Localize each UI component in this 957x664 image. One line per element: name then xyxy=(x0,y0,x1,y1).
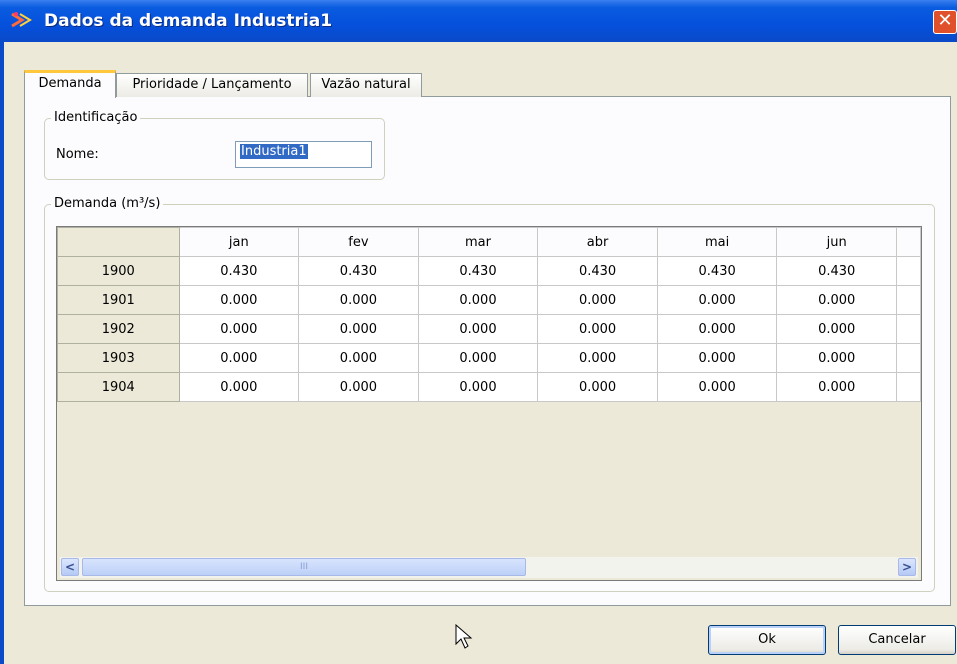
table-cell[interactable]: 0.430 xyxy=(776,256,898,286)
row-header[interactable]: 1904 xyxy=(57,372,180,402)
title-bar[interactable]: Dados da demanda Industria1 ✕ xyxy=(0,0,957,42)
tab-vazao-natural[interactable]: Vazão natural xyxy=(310,73,422,97)
table-cell[interactable]: 0.000 xyxy=(656,314,778,344)
window-title: Dados da demanda Industria1 xyxy=(44,11,333,31)
table-row: 1900 0.430 0.430 0.430 0.430 0.430 0.430 xyxy=(57,256,921,286)
table-cell[interactable]: 0.000 xyxy=(298,314,419,344)
ok-button[interactable]: Ok xyxy=(708,625,826,655)
table-cell-partial[interactable] xyxy=(896,285,921,315)
table-cell[interactable]: 0.000 xyxy=(298,372,419,402)
demand-table: jan fev mar abr mai jun 1900 0.430 0.430… xyxy=(57,227,921,402)
tab-prioridade-lancamento[interactable]: Prioridade / Lançamento xyxy=(116,73,308,97)
table-cell[interactable]: 0.430 xyxy=(417,256,539,286)
identification-legend: Identificação xyxy=(51,110,141,125)
column-header-partial xyxy=(896,227,921,257)
tab-demanda[interactable]: Demanda xyxy=(24,70,116,98)
table-row: 1903 0.000 0.000 0.000 0.000 0.000 0.000 xyxy=(57,343,921,373)
table-cell[interactable]: 0.000 xyxy=(178,285,300,315)
table-cell[interactable]: 0.430 xyxy=(178,256,300,286)
table-cell[interactable]: 0.000 xyxy=(656,372,778,402)
name-input[interactable]: Industria1 xyxy=(235,141,372,168)
table-cell[interactable]: 0.000 xyxy=(776,314,898,344)
column-header[interactable]: jun xyxy=(776,227,898,257)
column-header[interactable]: abr xyxy=(537,227,658,257)
table-cell[interactable]: 0.430 xyxy=(537,256,658,286)
table-cell[interactable]: 0.000 xyxy=(298,285,419,315)
mouse-cursor-icon xyxy=(455,624,473,649)
table-cell[interactable]: 0.000 xyxy=(178,314,300,344)
table-cell[interactable]: 0.000 xyxy=(417,314,539,344)
table-cell[interactable]: 0.000 xyxy=(417,343,539,373)
table-cell[interactable]: 0.000 xyxy=(656,285,778,315)
table-cell[interactable]: 0.000 xyxy=(417,372,539,402)
table-cell[interactable]: 0.000 xyxy=(776,343,898,373)
table-cell[interactable]: 0.430 xyxy=(298,256,419,286)
table-row: 1904 0.000 0.000 0.000 0.000 0.000 0.000 xyxy=(57,372,921,402)
table-cell[interactable]: 0.000 xyxy=(537,285,658,315)
table-cell[interactable]: 0.000 xyxy=(776,372,898,402)
column-header[interactable]: mai xyxy=(656,227,778,257)
table-cell[interactable]: 0.000 xyxy=(298,343,419,373)
scroll-left-button[interactable]: < xyxy=(61,558,79,576)
column-header[interactable]: jan xyxy=(178,227,300,257)
name-input-value: Industria1 xyxy=(240,144,308,159)
grid-corner xyxy=(57,227,180,257)
row-header[interactable]: 1901 xyxy=(57,285,180,315)
column-header[interactable]: mar xyxy=(417,227,539,257)
table-cell[interactable]: 0.000 xyxy=(178,372,300,402)
table-cell[interactable]: 0.000 xyxy=(537,314,658,344)
app-icon xyxy=(11,12,32,28)
row-header[interactable]: 1902 xyxy=(57,314,180,344)
table-cell[interactable]: 0.000 xyxy=(417,285,539,315)
row-header[interactable]: 1903 xyxy=(57,343,180,373)
table-cell-partial[interactable] xyxy=(896,256,921,286)
demand-grid[interactable]: jan fev mar abr mai jun 1900 0.430 0.430… xyxy=(56,226,922,581)
table-cell[interactable]: 0.000 xyxy=(656,343,778,373)
table-cell[interactable]: 0.000 xyxy=(537,343,658,373)
table-row: 1902 0.000 0.000 0.000 0.000 0.000 0.000 xyxy=(57,314,921,344)
scroll-right-button[interactable]: > xyxy=(898,558,916,576)
column-header[interactable]: fev xyxy=(298,227,419,257)
horizontal-scrollbar[interactable]: < III > xyxy=(60,557,918,578)
cancel-button[interactable]: Cancelar xyxy=(838,625,956,655)
table-cell-partial[interactable] xyxy=(896,343,921,373)
table-cell[interactable]: 0.000 xyxy=(537,372,658,402)
header-row: jan fev mar abr mai jun xyxy=(57,227,921,257)
table-row: 1901 0.000 0.000 0.000 0.000 0.000 0.000 xyxy=(57,285,921,315)
scroll-thumb[interactable]: III xyxy=(82,558,526,576)
row-header[interactable]: 1900 xyxy=(57,256,180,286)
table-cell[interactable]: 0.430 xyxy=(656,256,778,286)
table-cell-partial[interactable] xyxy=(896,372,921,402)
name-label: Nome: xyxy=(56,147,99,162)
demand-legend: Demanda (m³/s) xyxy=(51,196,164,211)
table-cell[interactable]: 0.000 xyxy=(178,343,300,373)
table-cell[interactable]: 0.000 xyxy=(776,285,898,315)
window-frame xyxy=(0,42,4,664)
close-button[interactable]: ✕ xyxy=(933,10,957,34)
table-cell-partial[interactable] xyxy=(896,314,921,344)
